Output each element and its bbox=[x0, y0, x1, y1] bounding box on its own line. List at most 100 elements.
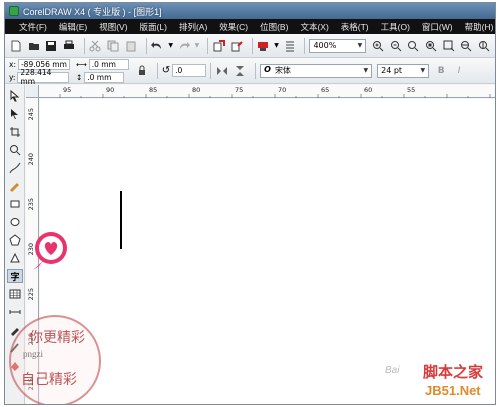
zoom-tool-icon[interactable] bbox=[7, 143, 23, 157]
text-tool-icon[interactable]: 字 bbox=[7, 269, 23, 283]
ruler-tick: 225 bbox=[27, 288, 35, 301]
watermark-stamp: 你更精彩 pngzi 自己精彩 bbox=[9, 315, 101, 404]
menu-text[interactable]: 文本(X) bbox=[300, 21, 328, 33]
ruler-tick: 235 bbox=[27, 198, 35, 211]
x-label: x: bbox=[9, 59, 16, 69]
dimension-tool-icon[interactable] bbox=[7, 305, 23, 319]
import-icon[interactable] bbox=[212, 39, 226, 53]
font-list-value: O 宋体 bbox=[264, 65, 291, 76]
menu-window[interactable]: 窗口(W) bbox=[422, 21, 453, 33]
toolbar-separator bbox=[304, 37, 306, 54]
ruler-origin[interactable] bbox=[26, 85, 39, 98]
opentype-glyph-icon: O bbox=[264, 65, 271, 74]
italic-icon[interactable]: I bbox=[452, 64, 466, 78]
toolbar-separator bbox=[83, 37, 85, 54]
copy-icon[interactable] bbox=[106, 39, 120, 53]
font-size-value: 24 pt bbox=[381, 66, 403, 75]
font-list-combo[interactable]: O 宋体 ▼ bbox=[260, 63, 373, 78]
zoom-page-icon[interactable] bbox=[442, 39, 456, 53]
font-size-combo[interactable]: 24 pt ▼ bbox=[377, 63, 430, 78]
menu-effects[interactable]: 效果(C) bbox=[219, 21, 248, 33]
zoom-width-icon[interactable] bbox=[460, 39, 474, 53]
undo-icon[interactable] bbox=[151, 39, 165, 53]
welcome-icon[interactable] bbox=[283, 39, 297, 53]
export-icon[interactable] bbox=[230, 39, 244, 53]
chevron-down-icon: ▼ bbox=[357, 42, 363, 49]
paste-icon[interactable] bbox=[124, 39, 138, 53]
freehand-tool-icon[interactable] bbox=[7, 161, 23, 175]
print-icon[interactable] bbox=[62, 39, 76, 53]
width-field[interactable]: .0 mm bbox=[88, 58, 129, 70]
undo-dropdown-icon[interactable]: ▼ bbox=[168, 42, 173, 49]
shape-tool-icon[interactable] bbox=[7, 107, 23, 121]
toolbar-separator bbox=[210, 62, 212, 79]
menu-tools[interactable]: 工具(O) bbox=[381, 21, 410, 33]
cut-icon[interactable] bbox=[89, 39, 103, 53]
horizontal-ruler[interactable]: 95 90 85 80 75 70 65 60 55 bbox=[39, 85, 495, 98]
mirror-horizontal-icon[interactable] bbox=[215, 64, 229, 78]
mirror-vertical-icon[interactable] bbox=[233, 64, 247, 78]
text-insertion-cursor bbox=[120, 191, 122, 249]
toolbar-separator bbox=[145, 37, 147, 54]
font-name: 宋体 bbox=[274, 66, 291, 75]
rectangle-tool-icon[interactable] bbox=[7, 197, 23, 211]
open-icon[interactable] bbox=[27, 39, 41, 53]
pick-tool-icon[interactable] bbox=[7, 89, 23, 103]
polygon-tool-icon[interactable] bbox=[7, 233, 23, 247]
zoom-all-icon[interactable] bbox=[424, 39, 438, 53]
coreldraw-app-icon bbox=[9, 6, 19, 16]
lock-ratio-icon[interactable] bbox=[135, 64, 149, 78]
menu-table[interactable]: 表格(T) bbox=[341, 21, 369, 33]
site-name-watermark: 脚本之家 bbox=[423, 364, 484, 381]
title-bar: CorelDRAW X4 ( 专业版 ) - [图形1] bbox=[5, 3, 495, 19]
menu-layout[interactable]: 版面(L) bbox=[140, 21, 167, 33]
ruler-tick: 240 bbox=[27, 153, 35, 166]
zoom-height-icon[interactable] bbox=[477, 39, 491, 53]
zoom-selected-icon[interactable] bbox=[407, 39, 421, 53]
rotation-field[interactable]: .0 bbox=[172, 64, 207, 77]
standard-toolbar: ▼ ▼ ▼ 400% ▼ bbox=[5, 34, 495, 58]
site-url-watermark: JB51.Net bbox=[425, 383, 481, 398]
menu-bitmaps[interactable]: 位图(B) bbox=[260, 21, 288, 33]
height-field[interactable]: .0 mm bbox=[84, 71, 125, 83]
bold-icon[interactable]: B bbox=[434, 64, 448, 78]
toolbar-separator bbox=[255, 62, 257, 79]
table-tool-icon[interactable] bbox=[7, 287, 23, 301]
zoom-level-value: 400% bbox=[313, 41, 337, 50]
save-icon[interactable] bbox=[44, 39, 58, 53]
menu-help[interactable]: 帮助(H) bbox=[465, 21, 494, 33]
toolbar-separator bbox=[156, 62, 158, 79]
zoom-level-combo[interactable]: 400% ▼ bbox=[309, 38, 367, 53]
redo-icon[interactable] bbox=[177, 39, 191, 53]
menu-arrange[interactable]: 排列(A) bbox=[179, 21, 207, 33]
menu-file[interactable]: 文件(F) bbox=[19, 21, 47, 33]
watermark-line3: 自己精彩 bbox=[21, 373, 77, 388]
drawing-canvas[interactable] bbox=[40, 99, 495, 404]
chevron-down-icon: ▼ bbox=[363, 67, 369, 74]
y-position-field[interactable]: 228.414 mm bbox=[17, 68, 70, 86]
watermark-line1: 你更精彩 bbox=[29, 331, 85, 346]
menu-edit[interactable]: 编辑(E) bbox=[59, 21, 87, 33]
y-label: y: bbox=[9, 72, 16, 82]
launcher-dropdown-icon[interactable]: ▼ bbox=[274, 42, 279, 49]
application-launcher-icon[interactable] bbox=[257, 39, 271, 53]
ellipse-tool-icon[interactable] bbox=[7, 215, 23, 229]
zoom-out-icon[interactable] bbox=[389, 39, 403, 53]
height-icon: ↕ bbox=[75, 72, 83, 82]
zoom-in-icon[interactable] bbox=[371, 39, 385, 53]
toolbar-separator bbox=[251, 37, 253, 54]
app-window: CorelDRAW X4 ( 专业版 ) - [图形1] 文件(F) 编辑(E)… bbox=[4, 2, 496, 405]
horizontal-ruler-marks bbox=[59, 94, 491, 98]
smart-fill-tool-icon[interactable] bbox=[7, 179, 23, 193]
chevron-down-icon: ▼ bbox=[420, 67, 426, 74]
menu-view[interactable]: 视图(V) bbox=[99, 21, 127, 33]
new-icon[interactable] bbox=[9, 39, 23, 53]
property-bar: x: -89.056 mm y: 228.414 mm ⟷ .0 mm ↕ .0… bbox=[5, 58, 495, 86]
rotation-icon: ↺ bbox=[161, 65, 171, 76]
basic-shapes-tool-icon[interactable] bbox=[7, 251, 23, 265]
baidu-watermark: Bai bbox=[385, 365, 400, 376]
redo-dropdown-icon[interactable]: ▼ bbox=[195, 42, 200, 49]
crop-tool-icon[interactable] bbox=[7, 125, 23, 139]
toolbar-separator bbox=[207, 37, 209, 54]
window-title: CorelDRAW X4 ( 专业版 ) - [图形1] bbox=[23, 6, 162, 17]
